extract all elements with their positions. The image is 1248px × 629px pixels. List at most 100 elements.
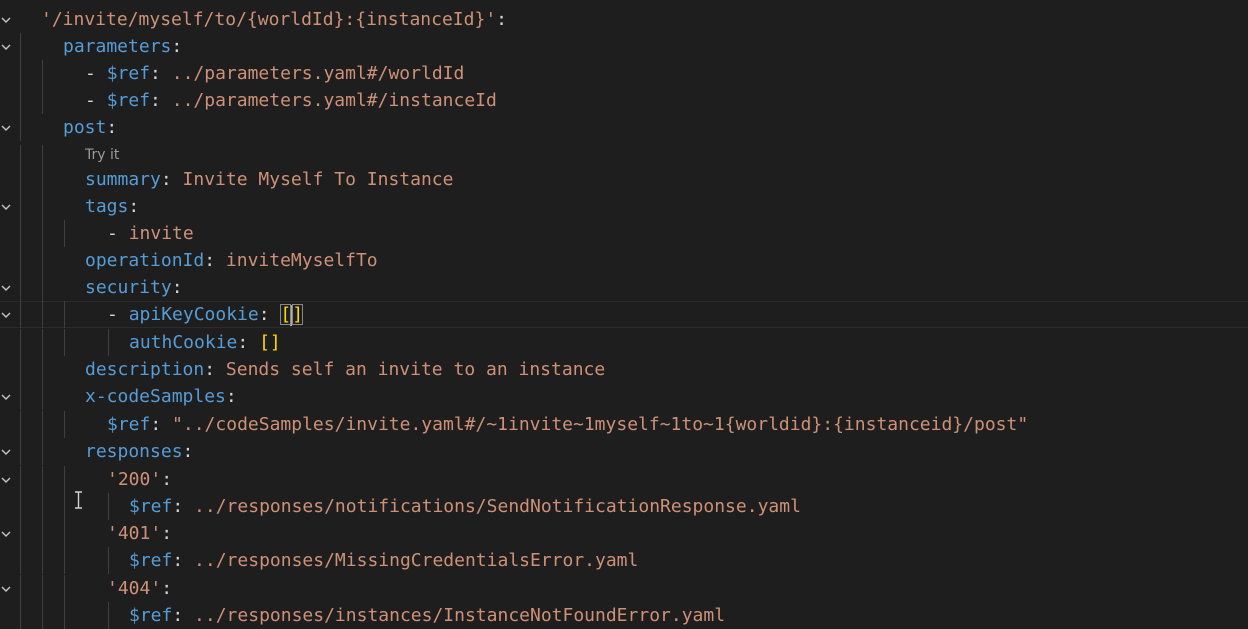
yaml-punctuation: : xyxy=(150,90,172,111)
indent-guide xyxy=(42,547,43,574)
yaml-punctuation: : xyxy=(161,469,173,490)
indent-guide xyxy=(42,411,43,438)
fold-chevron-icon[interactable] xyxy=(0,474,12,486)
code-text: x-codeSamples: xyxy=(85,383,237,410)
yaml-key: apiKeyCookie xyxy=(128,304,259,325)
yaml-punctuation: : xyxy=(160,169,183,190)
indent-guide xyxy=(20,193,21,220)
yaml-string: ../responses/instances/InstanceNotFoundE… xyxy=(194,605,726,626)
fold-chevron-icon[interactable] xyxy=(0,122,12,134)
code-line[interactable]: - $ref: ../parameters.yaml#/instanceId xyxy=(0,87,1248,114)
code-line[interactable]: operationId: inviteMyselfTo xyxy=(0,247,1248,274)
code-line[interactable]: $ref: "../codeSamples/invite.yaml#/~1inv… xyxy=(0,411,1248,438)
indent-guide xyxy=(42,602,43,629)
indent-guide xyxy=(42,274,43,301)
code-editor[interactable]: Try it '/invite/myself/to/{worldId}:{ins… xyxy=(0,0,1248,629)
indent-guide xyxy=(42,520,43,547)
fold-chevron-icon[interactable] xyxy=(0,282,12,294)
code-line[interactable]: - $ref: ../parameters.yaml#/worldId xyxy=(0,60,1248,87)
code-line[interactable]: post: xyxy=(0,114,1248,141)
fold-chevron-icon[interactable] xyxy=(0,201,12,213)
fold-chevron-icon[interactable] xyxy=(0,391,12,403)
indent-guide xyxy=(108,329,109,356)
yaml-string: inviteMyselfTo xyxy=(225,250,378,271)
yaml-punctuation: : xyxy=(237,332,260,353)
indent-guide xyxy=(20,493,21,520)
indent-guide xyxy=(20,220,21,247)
yaml-key: $ref xyxy=(129,605,173,626)
code-line[interactable]: security: xyxy=(0,274,1248,301)
code-line[interactable]: '404': xyxy=(0,575,1248,602)
indent-guide xyxy=(64,575,65,602)
indent-guide xyxy=(20,383,21,410)
yaml-punctuation: - xyxy=(85,90,107,111)
fold-chevron-icon[interactable] xyxy=(0,528,12,540)
fold-chevron-icon[interactable] xyxy=(0,41,12,53)
yaml-string: '200' xyxy=(107,469,162,490)
yaml-punctuation: : xyxy=(161,578,173,599)
code-line[interactable]: - invite xyxy=(0,220,1248,247)
indent-guide xyxy=(20,33,21,60)
try-it-link[interactable]: Try it xyxy=(85,145,119,166)
code-text: '/invite/myself/to/{worldId}:{instanceId… xyxy=(41,6,507,33)
code-line[interactable]: parameters: xyxy=(0,33,1248,60)
code-text: $ref: ../responses/MissingCredentialsErr… xyxy=(129,547,638,574)
code-line[interactable]: $ref: ../responses/notifications/SendNot… xyxy=(0,493,1248,520)
indent-guide xyxy=(20,166,21,193)
code-line[interactable]: x-codeSamples: xyxy=(0,383,1248,410)
code-text: security: xyxy=(85,274,183,301)
code-line[interactable]: $ref: ../responses/instances/InstanceNot… xyxy=(0,602,1248,629)
code-line[interactable]: '200': xyxy=(0,466,1248,493)
code-line[interactable]: tags: xyxy=(0,193,1248,220)
yaml-punctuation: : xyxy=(161,523,173,544)
code-line[interactable]: summary: Invite Myself To Instance xyxy=(0,166,1248,193)
yaml-punctuation: : xyxy=(182,441,194,462)
indent-guide xyxy=(42,383,43,410)
code-line[interactable]: authCookie: [] xyxy=(0,329,1248,356)
yaml-key: $ref xyxy=(107,414,151,435)
code-text: '404': xyxy=(107,575,172,602)
indent-guide xyxy=(64,329,65,356)
yaml-string: '404' xyxy=(107,578,162,599)
yaml-key: $ref xyxy=(129,496,173,517)
fold-chevron-icon[interactable] xyxy=(0,309,12,321)
yaml-key: $ref xyxy=(129,550,173,571)
yaml-key: $ref xyxy=(106,63,151,84)
code-line[interactable]: - apiKeyCookie: [] xyxy=(0,301,1248,328)
yaml-punctuation: : xyxy=(172,550,195,571)
code-line[interactable]: description: Sends self an invite to an … xyxy=(0,356,1248,383)
indent-guide xyxy=(20,87,21,114)
indent-guide xyxy=(42,493,43,520)
indent-guide xyxy=(20,547,21,574)
code-line[interactable]: $ref: ../responses/MissingCredentialsErr… xyxy=(0,547,1248,574)
yaml-punctuation: : xyxy=(172,496,195,517)
indent-guide xyxy=(64,220,65,247)
yaml-string: '/invite/myself/to/{worldId}:{instanceId… xyxy=(41,9,497,30)
fold-chevron-icon[interactable] xyxy=(0,583,12,595)
indent-guide xyxy=(20,438,21,465)
yaml-punctuation: - xyxy=(107,223,129,244)
indent-guide xyxy=(42,356,43,383)
indent-guide xyxy=(64,547,65,574)
yaml-string: ../responses/notifications/SendNotificat… xyxy=(194,496,801,517)
indent-guide xyxy=(20,274,21,301)
fold-chevron-icon[interactable] xyxy=(0,14,12,26)
indent-guide xyxy=(20,329,21,356)
yaml-punctuation: : xyxy=(204,359,226,380)
code-line[interactable]: responses: xyxy=(0,438,1248,465)
code-line[interactable]: '/invite/myself/to/{worldId}:{instanceId… xyxy=(0,6,1248,33)
code-text: $ref: ../responses/instances/InstanceNot… xyxy=(129,602,725,629)
code-line[interactable]: '401': xyxy=(0,520,1248,547)
yaml-punctuation: - xyxy=(107,304,129,325)
indent-guide xyxy=(20,247,21,274)
fold-chevron-icon[interactable] xyxy=(0,446,12,458)
code-text: - apiKeyCookie: [] xyxy=(107,301,304,328)
yaml-key: description xyxy=(85,359,205,380)
indent-guide xyxy=(42,87,43,114)
code-text: tags: xyxy=(85,193,139,220)
yaml-string: ../parameters.yaml#/instanceId xyxy=(171,90,497,111)
indent-guide xyxy=(64,602,65,629)
yaml-string: '401' xyxy=(107,523,162,544)
indent-guide xyxy=(42,247,43,274)
yaml-string: ../responses/MissingCredentialsError.yam… xyxy=(194,550,639,571)
